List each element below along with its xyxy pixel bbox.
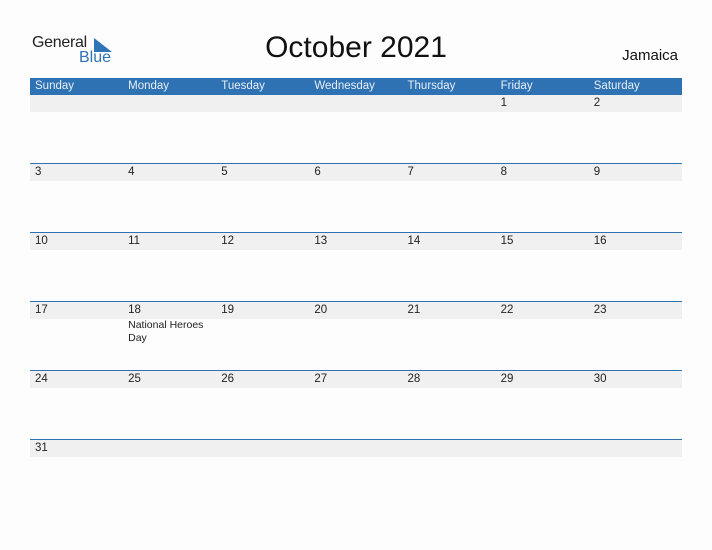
day-number: 22 — [500, 304, 514, 316]
day-cell: 7 — [403, 164, 496, 181]
weekday-sunday: Sunday — [35, 80, 75, 92]
day-number: 18 — [128, 304, 141, 316]
day-cell — [216, 95, 309, 112]
day-number: 27 — [314, 373, 328, 385]
day-cell: 22 — [496, 302, 589, 319]
day-cell: 17 — [30, 302, 123, 319]
day-cell: 25 — [123, 371, 216, 388]
weekday-thursday: Thursday — [407, 80, 456, 92]
day-number: 30 — [593, 373, 607, 385]
day-number: 5 — [221, 166, 228, 178]
day-cell — [496, 440, 589, 457]
day-number: 14 — [407, 235, 421, 247]
day-cell: 19 — [216, 302, 309, 319]
holiday-label: National Heroes Day — [128, 319, 204, 344]
day-cell: 13 — [309, 233, 402, 250]
day-cell — [403, 440, 496, 457]
day-cell — [216, 440, 309, 457]
day-number: 25 — [128, 373, 141, 385]
day-cell: 14 — [403, 233, 496, 250]
day-number: 19 — [221, 304, 235, 316]
day-cell: 27 — [309, 371, 402, 388]
day-cell: 4 — [123, 164, 216, 181]
day-cell: 6 — [309, 164, 402, 181]
day-cell: 10 — [30, 233, 123, 250]
day-number: 13 — [314, 235, 328, 247]
day-cell: 31 — [30, 440, 123, 457]
day-cell: 18 National Heroes Day — [123, 302, 216, 344]
weekday-saturday: Saturday — [593, 80, 640, 92]
day-cell: 9 — [589, 164, 682, 181]
day-cell: 5 — [216, 164, 309, 181]
day-cell: 12 — [216, 233, 309, 250]
day-number: 3 — [35, 166, 42, 178]
day-cell: 3 — [30, 164, 123, 181]
day-number: 28 — [407, 373, 421, 385]
week-row: 17 18 National Heroes Day 19 20 21 22 23 — [30, 301, 682, 370]
day-number: 26 — [221, 373, 235, 385]
day-number: 7 — [407, 166, 414, 178]
day-cell — [309, 95, 402, 112]
day-number: 24 — [35, 373, 48, 385]
day-cell: 1 — [496, 95, 589, 112]
day-number: 15 — [500, 235, 514, 247]
day-cell: 26 — [216, 371, 309, 388]
day-number: 23 — [593, 304, 607, 316]
day-cell: 30 — [589, 371, 682, 388]
day-cell: 8 — [496, 164, 589, 181]
day-number: 2 — [593, 97, 601, 109]
day-number: 31 — [35, 442, 48, 454]
day-cell — [123, 95, 216, 112]
day-cell: 23 — [589, 302, 682, 319]
day-number: 17 — [35, 304, 48, 316]
date-row: 17 18 National Heroes Day 19 20 21 22 23 — [30, 302, 682, 344]
week-row: 12 — [30, 95, 682, 163]
week-row: 10 11 12 13 14 15 16 — [30, 232, 682, 301]
week-row: 3 4 5 6 7 8 9 — [30, 163, 682, 232]
date-row: 10 11 12 13 14 15 16 — [30, 233, 682, 250]
day-cell: 24 — [30, 371, 123, 388]
day-cell: 11 — [123, 233, 216, 250]
day-cell — [123, 440, 216, 457]
date-row: 24 25 26 27 28 29 30 — [30, 371, 682, 388]
day-number: 6 — [314, 166, 321, 178]
day-cell: 15 — [496, 233, 589, 250]
day-cell: 28 — [403, 371, 496, 388]
week-row: 24 25 26 27 28 29 30 — [30, 370, 682, 439]
day-cell: 21 — [403, 302, 496, 319]
day-cell: 29 — [496, 371, 589, 388]
day-cell: 20 — [309, 302, 402, 319]
page-title: October 2021 — [265, 31, 447, 64]
weekday-monday: Monday — [128, 80, 170, 92]
day-number: 1 — [500, 97, 508, 109]
day-cell — [403, 95, 496, 112]
weekday-friday: Friday — [500, 80, 533, 92]
date-row: 12 — [30, 95, 682, 112]
day-number: 10 — [35, 235, 48, 247]
day-number: 29 — [500, 373, 514, 385]
weekday-header: Sunday Monday Tuesday Wednesday Thursday… — [30, 78, 682, 95]
date-row: 31 — [30, 440, 682, 457]
day-number: 4 — [128, 166, 135, 178]
date-row: 3 4 5 6 7 8 9 — [30, 164, 682, 181]
day-number: 20 — [314, 304, 328, 316]
day-number: 9 — [593, 166, 601, 178]
day-number: 8 — [500, 166, 508, 178]
country-label: Jamaica — [622, 47, 678, 64]
day-cell — [589, 440, 682, 457]
day-number: 16 — [593, 235, 607, 247]
weeks-container: 1 2 3 4 5 6 7 8 9 10 11 12 13 14 15 16 17 18 National Hero… — [30, 95, 682, 508]
day-cell: 2 — [589, 95, 682, 112]
day-number: 12 — [221, 235, 235, 247]
day-number: 21 — [407, 304, 421, 316]
day-cell — [309, 440, 402, 457]
day-cell: 16 — [589, 233, 682, 250]
weekday-tuesday: Tuesday — [221, 80, 265, 92]
weekday-wednesday: Wednesday — [314, 80, 375, 92]
day-cell — [30, 95, 123, 112]
day-number: 11 — [128, 235, 141, 247]
week-row: 31 — [30, 439, 682, 508]
calendar-grid: Sunday Monday Tuesday Wednesday Thursday… — [30, 78, 682, 508]
